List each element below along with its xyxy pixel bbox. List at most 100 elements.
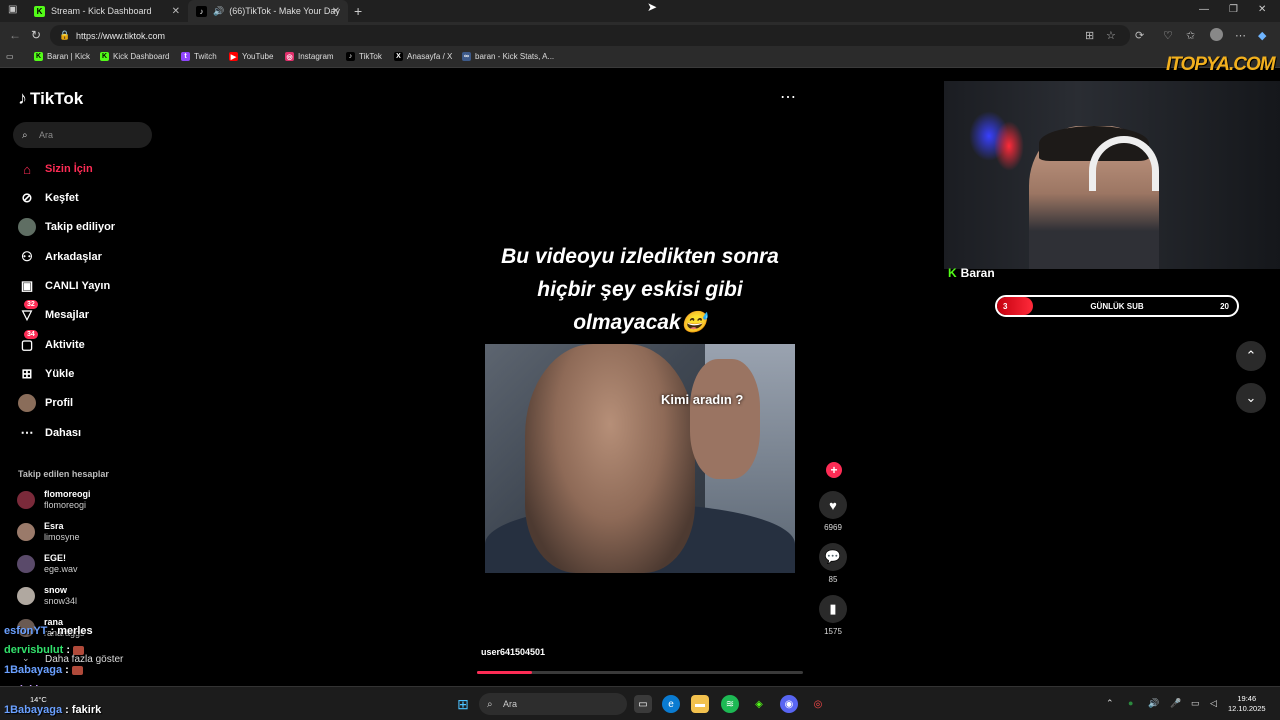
next-video-button[interactable]: ⌄ (1236, 383, 1266, 413)
menu-live[interactable]: ▣ CANLI Yayın (18, 277, 110, 295)
emote-icon (73, 645, 85, 655)
follow-plus-button[interactable]: + (826, 462, 842, 478)
discord-icon[interactable]: ◉ (780, 695, 798, 713)
tab-tiktok[interactable]: ♪ 🔊 (66)TikTok - Make Your Day ✕ (188, 0, 348, 22)
weather-widget[interactable]: 14°C (30, 695, 47, 704)
tab-kick-dashboard[interactable]: K Stream - Kick Dashboard ✕ (26, 0, 188, 22)
close-tab-icon[interactable]: ✕ (172, 6, 180, 17)
search-input[interactable]: ⌕ Ara (13, 122, 152, 148)
menu-profile[interactable]: Profil (18, 394, 73, 412)
taskbar-clock[interactable]: 19:46 12.10.2025 (1228, 694, 1266, 714)
following-account[interactable]: Esra limosyne (17, 521, 80, 543)
video-overlay-text: Kimi aradın ? (661, 392, 744, 407)
logo-text: TikTok (30, 88, 84, 108)
more-options-icon[interactable]: ⋯ (780, 87, 797, 107)
save-action[interactable]: ▮ 1575 (819, 595, 847, 636)
reading-list-icon[interactable]: ▭ (6, 52, 14, 61)
bookmark-tiktok[interactable]: ♪ TikTok (346, 52, 382, 61)
profile-avatar[interactable] (1210, 28, 1223, 41)
speaker-icon[interactable]: ◁ (1210, 698, 1217, 709)
maximize-icon[interactable]: ❐ (1229, 4, 1238, 15)
menu-explore[interactable]: ⊘ Keşfet (18, 189, 79, 207)
tiktok-icon: ♪ (196, 5, 207, 17)
chat-message: dervisbulut : (4, 644, 85, 656)
windows-start-icon[interactable]: ⊞ (454, 695, 472, 713)
menu-for-you[interactable]: ⌂ Sizin İçin (18, 160, 93, 178)
video-frame-face (525, 344, 695, 573)
bookmark-kick-stats[interactable]: ∞ baran - Kick Stats, A... (462, 52, 554, 61)
bookmark-youtube[interactable]: ▶ YouTube (229, 52, 273, 61)
menu-upload[interactable]: ⊞ Yükle (18, 365, 75, 383)
back-icon[interactable]: ← (9, 28, 21, 42)
reload-icon[interactable]: ↻ (31, 28, 41, 42)
volume-icon[interactable]: 🔊 (1148, 698, 1159, 709)
menu-label: Aktivite (45, 339, 85, 351)
chat-text: fakirk (71, 704, 102, 716)
menu-activity[interactable]: ▢ 34 Aktivite (18, 330, 85, 354)
minimize-icon[interactable]: — (1199, 4, 1209, 15)
bookmark-baran-kick[interactable]: K Baran | Kick (34, 52, 90, 61)
menu-more[interactable]: ⋯ Dahası (18, 424, 82, 442)
app-available-icon[interactable]: ⊞ (1085, 29, 1094, 42)
new-tab-button[interactable]: + (354, 3, 362, 19)
copilot-icon[interactable]: ◆ (1258, 29, 1266, 42)
comment-icon[interactable]: 💬 (819, 543, 847, 571)
menu-messages[interactable]: ▽ 32 Mesajlar (18, 300, 89, 324)
clock-time: 19:46 (1237, 694, 1257, 703)
video-player[interactable] (485, 344, 795, 573)
tray-chevron-up-icon[interactable]: ⌃ (1106, 698, 1114, 709)
app-icon[interactable]: ◈ (750, 695, 768, 713)
extensions-icon[interactable]: ⟳ (1135, 29, 1144, 42)
url-field[interactable]: 🔒 https://www.tiktok.com (50, 25, 1130, 46)
streamer-name: K Baran (948, 266, 995, 280)
bookmark-kick-dashboard[interactable]: K Kick Dashboard (100, 52, 169, 61)
address-bar-row: ← ↻ 🔒 https://www.tiktok.com ⊞ ☆ ⟳ ♡ ✩ ⋯… (0, 22, 1280, 49)
avatar (17, 523, 35, 541)
settings-more-icon[interactable]: ⋯ (1235, 29, 1246, 42)
following-account[interactable]: snow snow34l (17, 585, 77, 607)
sponsor-watermark: ITOPYA.COM (1166, 54, 1276, 75)
kick-icon: K (100, 52, 109, 61)
following-account[interactable]: flomoreogi flomoreogi (17, 489, 91, 511)
following-account[interactable]: EGE! ege.wav (17, 553, 78, 575)
previous-video-button[interactable]: ⌃ (1236, 341, 1266, 371)
close-tab-icon[interactable]: ✕ (332, 6, 340, 17)
bookmark-twitch[interactable]: t Twitch (181, 52, 217, 61)
menu-friends[interactable]: ⚇ Arkadaşlar (18, 248, 102, 266)
taskbar-search[interactable]: ⌕ Ara (479, 693, 627, 715)
red-light (994, 121, 1024, 171)
spotify-icon[interactable]: ≋ (721, 695, 739, 713)
favorites-icon[interactable]: ✩ (1186, 29, 1195, 42)
avatar (17, 555, 35, 573)
chat-message: 1Babayaga : fakirk (4, 704, 102, 716)
speaker-icon[interactable]: 🔊 (213, 6, 224, 17)
tab-actions-icon[interactable]: ▣ (8, 4, 17, 15)
favorite-star-icon[interactable]: ☆ (1106, 29, 1116, 42)
comment-action[interactable]: 💬 85 (819, 543, 847, 584)
bookmark-x[interactable]: X Anasayfa / X (394, 52, 452, 61)
task-view-icon[interactable]: ▭ (634, 695, 652, 713)
bookmark-icon[interactable]: ▮ (819, 595, 847, 623)
compass-icon: ⊘ (21, 190, 33, 205)
edge-icon[interactable]: e (662, 695, 680, 713)
microphone-icon[interactable]: 🎤 (1170, 698, 1181, 709)
bookmark-instagram[interactable]: ◎ Instagram (285, 52, 334, 61)
avatar-icon (18, 218, 36, 236)
bookmark-label: TikTok (359, 52, 382, 61)
unread-badge: 34 (24, 330, 38, 339)
search-icon: ⌕ (22, 129, 28, 141)
network-icon[interactable]: ▭ (1191, 698, 1200, 709)
app-icon[interactable]: ◎ (809, 695, 827, 713)
file-explorer-icon[interactable]: ▬ (691, 695, 709, 713)
tiktok-logo[interactable]: ♪ TikTok (18, 88, 83, 109)
tray-app-icon[interactable]: ● (1128, 698, 1133, 708)
close-window-icon[interactable]: ✕ (1258, 4, 1266, 15)
browser-essentials-icon[interactable]: ♡ (1163, 29, 1173, 42)
like-action[interactable]: ♥ 6969 (819, 491, 847, 532)
video-username[interactable]: user641504501 (481, 647, 545, 657)
menu-following[interactable]: Takip ediliyor (18, 218, 115, 236)
chat-message: esfonYT : merles (4, 625, 93, 637)
video-progress-bar[interactable] (477, 671, 803, 674)
account-name: flomoreogi (44, 489, 91, 499)
heart-icon[interactable]: ♥ (819, 491, 847, 519)
